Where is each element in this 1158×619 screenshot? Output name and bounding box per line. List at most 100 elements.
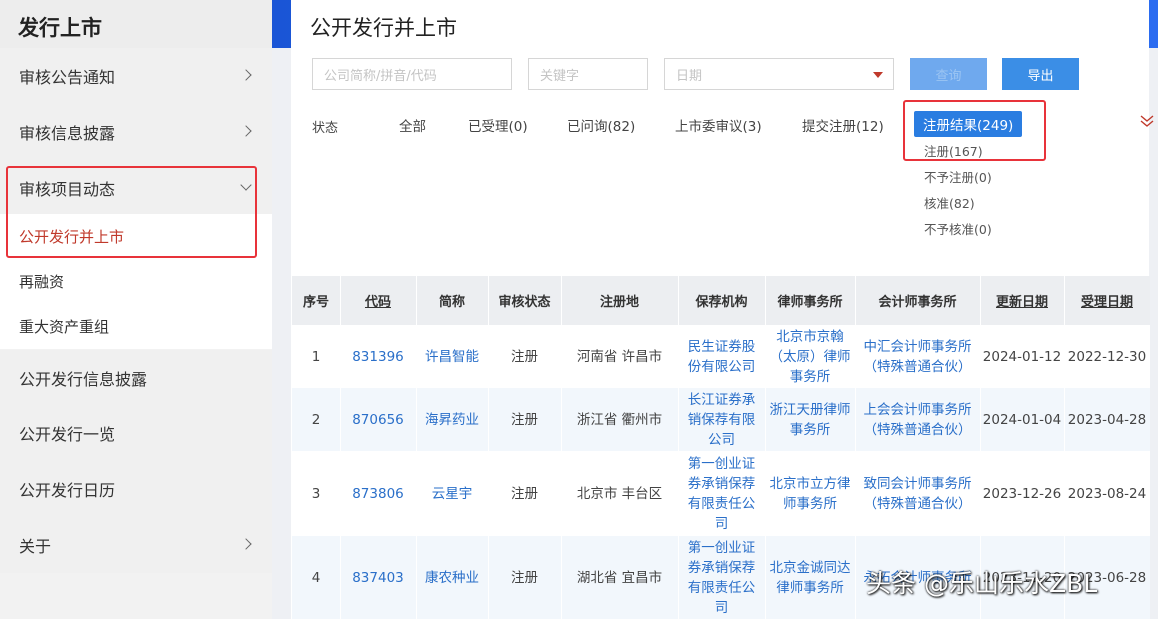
export-button[interactable]: 导出 bbox=[1002, 58, 1079, 90]
col-header-accounting-firm: 会计师事务所 bbox=[878, 295, 957, 310]
tab-all[interactable]: 全部 bbox=[399, 115, 426, 135]
watermark: 头条 @乐山乐水ZBL bbox=[866, 569, 1098, 598]
table-row: 2 870656 海昇药业 注册 浙江省 衢州市 长江证券承销保荐有限公司 浙江… bbox=[292, 388, 1150, 451]
col-header-sponsor: 保荐机构 bbox=[695, 295, 748, 310]
page-title: 公开发行并上市 bbox=[310, 16, 457, 40]
tab-listing-committee[interactable]: 上市委审议(3) bbox=[675, 115, 762, 135]
cell-index: 1 bbox=[311, 348, 321, 365]
column-divider bbox=[561, 276, 562, 619]
sub-option-approved[interactable]: 核准(82) bbox=[924, 193, 975, 212]
cell-name-link[interactable]: 康农种业 bbox=[416, 536, 488, 619]
cell-code-link[interactable]: 873806 bbox=[340, 451, 416, 536]
cell-accounting-firm-link[interactable]: 上会会计师事务所（特殊普通合伙） bbox=[859, 388, 976, 451]
sidebar-item-label: 公开发行一览 bbox=[19, 425, 116, 444]
cell-accept-date: 2022-12-30 bbox=[1067, 348, 1147, 365]
highlight-box bbox=[903, 100, 1046, 161]
cell-accept-date: 2023-08-24 bbox=[1067, 485, 1147, 502]
status-filter-label: 状态 bbox=[312, 121, 339, 136]
col-header-region: 注册地 bbox=[599, 295, 639, 310]
cell-law-firm-link[interactable]: 北京金诚同达律师事务所 bbox=[768, 536, 852, 619]
cell-code-link[interactable]: 837403 bbox=[340, 536, 416, 619]
cell-law-firm-link[interactable]: 北京市京翰（太原）律师事务所 bbox=[768, 325, 852, 388]
cell-accept-date: 2023-04-28 bbox=[1067, 411, 1147, 428]
cell-name-link[interactable]: 海昇药业 bbox=[416, 388, 488, 451]
sub-option-not-approved[interactable]: 不予核准(0) bbox=[924, 219, 992, 238]
cell-region: 湖北省 宜昌市 bbox=[576, 569, 663, 586]
sidebar-item-label: 重大资产重组 bbox=[19, 318, 110, 336]
caret-down-icon bbox=[873, 72, 883, 78]
column-divider bbox=[340, 276, 341, 619]
sidebar: 发行上市 审核公告通知 审核信息披露 审核项目动态 公开发行并上市 再融资 重大… bbox=[0, 0, 272, 619]
col-header-status: 审核状态 bbox=[498, 295, 551, 310]
cell-update-date: 2023-12-26 bbox=[982, 485, 1062, 502]
cell-law-firm-link[interactable]: 北京市立方律师事务所 bbox=[768, 451, 852, 536]
column-divider bbox=[488, 276, 489, 619]
cell-update-date: 2024-01-04 bbox=[982, 411, 1062, 428]
table-row: 3 873806 云星宇 注册 北京市 丰台区 第一创业证券承销保荐有限责任公司… bbox=[292, 451, 1150, 536]
col-header-update-date[interactable]: 更新日期 bbox=[980, 276, 1064, 325]
cell-region: 河南省 许昌市 bbox=[576, 348, 663, 365]
cell-region: 浙江省 衢州市 bbox=[576, 411, 663, 428]
cell-index: 4 bbox=[311, 569, 321, 586]
sidebar-item-label: 关于 bbox=[19, 537, 52, 556]
sidebar-subitem-asset-restructuring[interactable]: 重大资产重组 bbox=[0, 304, 272, 349]
sidebar-item-label: 公开发行信息披露 bbox=[19, 370, 148, 389]
cell-index: 2 bbox=[311, 411, 321, 428]
col-header-name: 简称 bbox=[438, 295, 465, 310]
col-header-index: 序号 bbox=[302, 295, 329, 310]
cell-sponsor-link[interactable]: 第一创业证券承销保荐有限责任公司 bbox=[683, 536, 760, 619]
cell-region: 北京市 丰台区 bbox=[576, 485, 663, 502]
sidebar-item-audit-disclosure[interactable]: 审核信息披露 bbox=[0, 104, 272, 160]
tab-accepted[interactable]: 已受理(0) bbox=[468, 115, 528, 135]
cell-sponsor-link[interactable]: 民生证券股份有限公司 bbox=[683, 325, 760, 388]
tab-inquired[interactable]: 已问询(82) bbox=[567, 115, 635, 135]
table-row: 1 831396 许昌智能 注册 河南省 许昌市 民生证券股份有限公司 北京市京… bbox=[292, 325, 1150, 388]
column-divider bbox=[416, 276, 417, 619]
sub-option-not-registered[interactable]: 不予注册(0) bbox=[924, 167, 992, 186]
sidebar-item-offering-disclosure[interactable]: 公开发行信息披露 bbox=[0, 350, 272, 406]
cell-code-link[interactable]: 870656 bbox=[340, 388, 416, 451]
col-header-law-firm: 律师事务所 bbox=[777, 295, 843, 310]
col-header-accept-date[interactable]: 受理日期 bbox=[1064, 276, 1150, 325]
tab-submitted-registration[interactable]: 提交注册(12) bbox=[802, 115, 884, 135]
cell-status: 注册 bbox=[511, 411, 538, 428]
collapse-double-chevron-icon[interactable] bbox=[1140, 114, 1154, 128]
main-area: 公开发行并上市 公司简称/拼音/代码 关键字 日期 查询 导出 状态 全部 已受… bbox=[272, 0, 1158, 619]
chevron-right-icon bbox=[240, 538, 252, 550]
keyword-input[interactable]: 关键字 bbox=[528, 58, 648, 90]
col-header-code[interactable]: 代码 bbox=[340, 276, 416, 325]
cell-code-link[interactable]: 831396 bbox=[340, 325, 416, 388]
search-button[interactable]: 查询 bbox=[910, 58, 987, 90]
cell-name-link[interactable]: 许昌智能 bbox=[416, 325, 488, 388]
sidebar-item-label: 再融资 bbox=[19, 273, 65, 291]
sidebar-item-about[interactable]: 关于 bbox=[0, 517, 272, 573]
sidebar-item-offering-overview[interactable]: 公开发行一览 bbox=[0, 405, 272, 461]
cell-status: 注册 bbox=[511, 348, 538, 365]
sidebar-item-audit-notice[interactable]: 审核公告通知 bbox=[0, 48, 272, 104]
date-placeholder: 日期 bbox=[676, 68, 703, 84]
cell-law-firm-link[interactable]: 浙江天册律师事务所 bbox=[768, 388, 852, 451]
sidebar-item-offering-calendar[interactable]: 公开发行日历 bbox=[0, 461, 272, 517]
sidebar-item-label: 公开发行日历 bbox=[19, 481, 116, 500]
table-header: 序号 代码 简称 审核状态 注册地 保荐机构 律师事务所 会计师事务所 更新日期… bbox=[292, 276, 1150, 325]
cell-update-date: 2024-01-12 bbox=[982, 348, 1062, 365]
chevron-right-icon bbox=[240, 69, 252, 81]
cell-status: 注册 bbox=[511, 569, 538, 586]
highlight-box bbox=[6, 166, 257, 258]
sidebar-title: 发行上市 bbox=[0, 0, 272, 48]
sidebar-item-label: 审核公告通知 bbox=[19, 68, 116, 87]
chevron-right-icon bbox=[240, 125, 252, 137]
cell-sponsor-link[interactable]: 第一创业证券承销保荐有限责任公司 bbox=[683, 451, 760, 536]
cell-sponsor-link[interactable]: 长江证券承销保荐有限公司 bbox=[683, 388, 760, 451]
cell-status: 注册 bbox=[511, 485, 538, 502]
date-select[interactable]: 日期 bbox=[664, 58, 894, 90]
column-divider bbox=[678, 276, 679, 619]
sidebar-subitem-refinancing[interactable]: 再融资 bbox=[0, 259, 272, 304]
column-divider bbox=[855, 276, 856, 619]
cell-accounting-firm-link[interactable]: 中汇会计师事务所（特殊普通合伙） bbox=[859, 325, 976, 388]
cell-name-link[interactable]: 云星宇 bbox=[416, 451, 488, 536]
sidebar-item-label: 审核信息披露 bbox=[19, 124, 116, 143]
column-divider bbox=[765, 276, 766, 619]
cell-accounting-firm-link[interactable]: 致同会计师事务所（特殊普通合伙） bbox=[859, 451, 976, 536]
company-search-input[interactable]: 公司简称/拼音/代码 bbox=[312, 58, 512, 90]
